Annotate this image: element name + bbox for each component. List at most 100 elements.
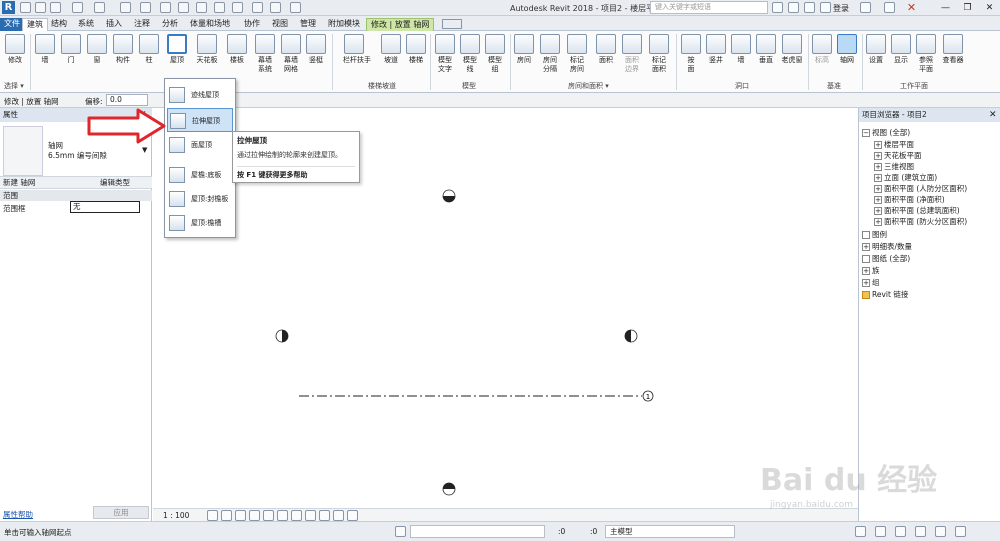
wall-button[interactable]: 墙 <box>34 34 56 65</box>
tab-modify-place-grid[interactable]: 修改 | 放置 轴网 <box>366 18 435 31</box>
apply-button[interactable]: 应用 <box>93 506 149 519</box>
menu-item-footprint-roof[interactable]: 迹线屋顶 <box>167 83 233 107</box>
edit-type-button[interactable]: 编辑类型 <box>100 177 130 189</box>
show-crop-icon[interactable] <box>277 510 288 521</box>
dimension-icon[interactable] <box>160 2 171 13</box>
menu-item-roof-gutter[interactable]: 屋顶:檐槽 <box>167 211 233 235</box>
temp-hide-icon[interactable] <box>291 510 302 521</box>
wall-opening-button[interactable]: 墙 <box>730 34 752 65</box>
shadows-icon[interactable] <box>249 510 260 521</box>
worksets-icon[interactable] <box>395 526 406 537</box>
room-separator-button[interactable]: 房间 分隔 <box>539 34 561 74</box>
select-underlay-icon[interactable] <box>875 526 886 537</box>
analytical-model-icon[interactable] <box>319 510 330 521</box>
tree-item-floor-plans[interactable]: + 楼层平面 <box>874 140 914 150</box>
sync-icon[interactable] <box>50 2 61 13</box>
tree-item-groups[interactable]: + 组 <box>862 278 880 288</box>
redo-icon[interactable] <box>94 2 105 13</box>
tree-item-families[interactable]: + 族 <box>862 266 880 276</box>
tab-analyze[interactable]: 分析 <box>158 18 182 31</box>
crop-region-icon[interactable] <box>263 510 274 521</box>
help-icon[interactable] <box>884 2 895 13</box>
menu-item-roof-soffit[interactable]: 屋檐:底板 <box>167 163 233 187</box>
main-model-dropdown[interactable]: 主模型 <box>605 525 735 538</box>
qat-dropdown-icon[interactable] <box>290 2 301 13</box>
roof-button[interactable]: 屋顶 <box>166 34 188 65</box>
3d-view-icon[interactable] <box>196 2 207 13</box>
show-constraints-icon[interactable] <box>347 510 358 521</box>
stair-button[interactable]: 楼梯 <box>405 34 427 65</box>
section-icon[interactable] <box>214 2 225 13</box>
print-icon[interactable] <box>120 2 131 13</box>
text-icon[interactable] <box>178 2 189 13</box>
tree-item-area-plan-net[interactable]: + 面积平面 (净面积) <box>874 195 945 205</box>
tree-item-elevations[interactable]: + 立面 (建筑立面) <box>874 173 937 183</box>
tab-insert[interactable]: 插入 <box>102 18 126 31</box>
tab-architecture[interactable]: 建筑 <box>22 18 48 31</box>
scope-box-field[interactable]: 无 <box>70 201 140 213</box>
tree-item-sheets[interactable]: 图纸 (全部) <box>862 254 910 264</box>
ramp-button[interactable]: 坡道 <box>380 34 402 65</box>
ref-plane-button[interactable]: 参照 平面 <box>915 34 937 74</box>
tree-item-area-plan-civil[interactable]: + 面积平面 (人防分区面积) <box>874 184 967 194</box>
tree-item-ceiling-plans[interactable]: + 天花板平面 <box>874 151 922 161</box>
floor-button[interactable]: 楼板 <box>226 34 248 65</box>
dormer-button[interactable]: 老虎窗 <box>781 34 803 65</box>
offset-input[interactable]: 0.0 <box>106 94 148 106</box>
show-work-plane-button[interactable]: 显示 <box>890 34 912 65</box>
curtain-grid-button[interactable]: 幕墙 网格 <box>280 34 302 74</box>
select-links-icon[interactable] <box>855 526 866 537</box>
area-boundary-button[interactable]: 面积 边界 <box>621 34 643 74</box>
modify-button[interactable]: 修改 <box>4 34 26 65</box>
highlight-icon[interactable] <box>333 510 344 521</box>
tab-file[interactable]: 文件 <box>0 18 24 31</box>
drag-elements-icon[interactable] <box>935 526 946 537</box>
tab-options-icon[interactable] <box>442 19 462 29</box>
panel-room-area[interactable]: 房间和面积 ▾ <box>568 81 609 91</box>
select-by-face-icon[interactable] <box>915 526 926 537</box>
curtain-system-button[interactable]: 幕墙 系统 <box>254 34 276 74</box>
tree-item-legends[interactable]: 图例 <box>862 230 887 240</box>
instance-filter[interactable]: 新建 轴网 编辑类型 <box>0 176 152 189</box>
tag-area-button[interactable]: 标记 面积 <box>648 34 670 74</box>
tab-structure[interactable]: 结构 <box>47 18 71 31</box>
tree-item-schedules[interactable]: + 明细表/数量 <box>862 242 912 252</box>
close-icon[interactable]: ✕ <box>989 110 997 120</box>
model-text-button[interactable]: 模型 文字 <box>434 34 456 74</box>
detail-level-icon[interactable] <box>207 510 218 521</box>
ceiling-button[interactable]: 天花板 <box>196 34 218 65</box>
tree-item-revit-links[interactable]: Revit 链接 <box>862 290 908 300</box>
tab-systems[interactable]: 系统 <box>74 18 98 31</box>
restore-icon[interactable]: ❐ <box>957 0 978 16</box>
property-group[interactable]: 范围 <box>0 190 152 201</box>
tree-item-area-plan-gross[interactable]: + 面积平面 (总建筑面积) <box>874 206 960 216</box>
search-input[interactable]: 键入关键字或短语 <box>650 1 768 14</box>
panel-select[interactable]: 选择 ▾ <box>4 81 24 91</box>
door-button[interactable]: 门 <box>60 34 82 65</box>
tab-collaborate[interactable]: 协作 <box>240 18 264 31</box>
save-icon[interactable] <box>35 2 46 13</box>
window-button[interactable]: 窗 <box>86 34 108 65</box>
user-icon[interactable] <box>820 2 831 13</box>
thin-lines-icon[interactable] <box>232 2 243 13</box>
tab-view[interactable]: 视图 <box>268 18 292 31</box>
visual-style-icon[interactable] <box>221 510 232 521</box>
reveal-hidden-icon[interactable] <box>305 510 316 521</box>
filter-icon[interactable] <box>955 526 966 537</box>
tab-manage[interactable]: 管理 <box>296 18 320 31</box>
railing-button[interactable]: 栏杆扶手 <box>343 34 371 65</box>
menu-item-extrusion-roof[interactable]: 拉伸屋顶 <box>167 108 233 132</box>
vertical-opening-button[interactable]: 垂直 <box>755 34 777 65</box>
mullion-button[interactable]: 竖梃 <box>305 34 327 65</box>
revit-app-icon[interactable]: R <box>2 1 15 14</box>
component-button[interactable]: 构件 <box>112 34 134 65</box>
exchange-icon[interactable]: ✕ <box>905 1 918 14</box>
column-button[interactable]: 柱 <box>138 34 160 65</box>
tab-annotate[interactable]: 注释 <box>130 18 154 31</box>
viewer-button[interactable]: 查看器 <box>942 34 964 65</box>
search-icon[interactable] <box>772 2 783 13</box>
subscription-icon[interactable] <box>788 2 799 13</box>
shaft-button[interactable]: 竖井 <box>705 34 727 65</box>
by-face-button[interactable]: 按 面 <box>680 34 702 74</box>
properties-help-link[interactable]: 属性帮助 <box>3 509 33 520</box>
